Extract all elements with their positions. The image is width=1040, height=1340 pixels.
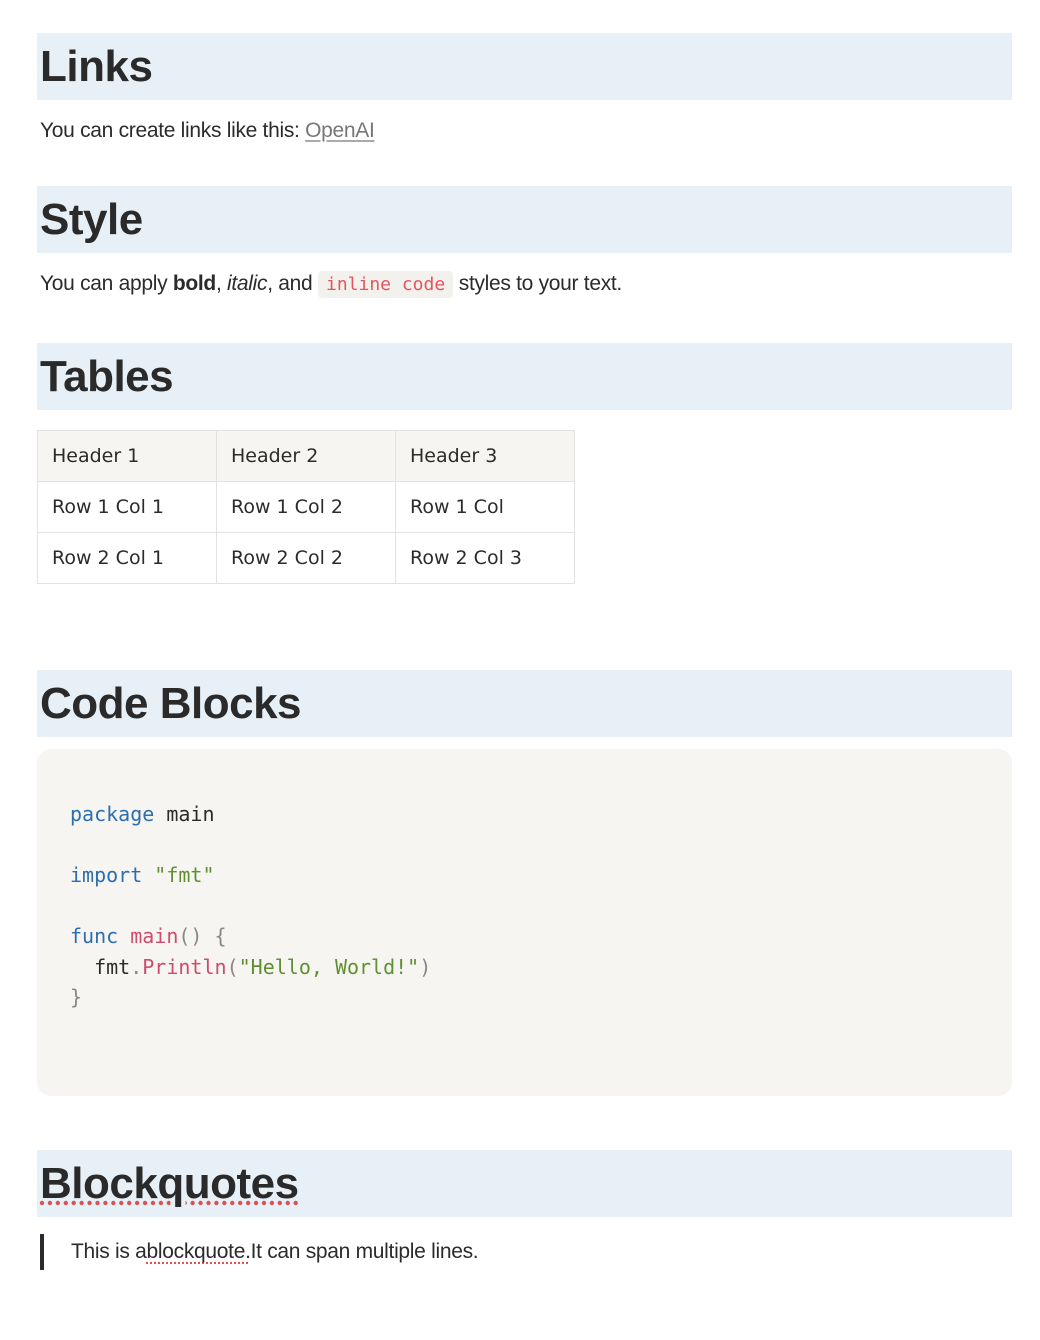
table-header-cell: Header 3 (395, 430, 575, 482)
code-keyword: import (70, 863, 143, 887)
code-punctuation: } (70, 985, 83, 1009)
table-cell: Row 2 Col 1 (37, 532, 217, 584)
heading-style: Style (37, 186, 1012, 253)
code-punctuation: . (130, 954, 143, 979)
code-punctuation: ( (226, 954, 239, 979)
inline-code: inline code (317, 271, 454, 298)
blockquote: This is a blockquote. It can span multipl… (40, 1234, 1012, 1270)
table-header-row: Header 1 Header 2 Header 3 (37, 430, 575, 482)
table-header-cell: Header 2 (216, 430, 396, 482)
code-punctuation: () { (178, 924, 227, 948)
style-sep2: , and (267, 272, 318, 295)
table-row: Row 2 Col 1 Row 2 Col 2 Row 2 Col 3 (37, 532, 575, 584)
blockquote-prefix: This is a (71, 1240, 147, 1263)
table-cell: Row 1 Col 2 (216, 481, 396, 533)
bold-text: bold (172, 272, 216, 295)
code-string: "Hello, World!" (238, 954, 420, 979)
code-function: main (130, 924, 179, 948)
table-cell: Row 2 Col 3 (395, 532, 575, 584)
data-table: Header 1 Header 2 Header 3 Row 1 Col 1 R… (37, 430, 575, 584)
heading-links: Links (37, 33, 1012, 100)
code-keyword: package (70, 802, 155, 826)
style-sep1: , (215, 272, 228, 295)
openai-link[interactable]: OpenAI (305, 119, 375, 142)
table-cell: Row 2 Col 2 (216, 532, 396, 584)
document-page: Links You can create links like this: Op… (37, 33, 1012, 1270)
code-keyword: func (70, 924, 119, 948)
italic-text: italic (227, 272, 268, 295)
code-identifier: main (154, 802, 215, 826)
style-prefix: You can apply (40, 272, 173, 295)
heading-blockquotes: Blockquotes (37, 1150, 1012, 1217)
table-header-cell: Header 1 (37, 430, 217, 482)
code-block: package main import "fmt" func main() { … (37, 749, 1012, 1096)
heading-blockquotes-text: Blockquotes (40, 1158, 299, 1208)
links-paragraph: You can create links like this: OpenAI (37, 117, 1012, 145)
code-function: Println (142, 954, 227, 979)
blockquote-suffix: It can span multiple lines. (250, 1240, 479, 1263)
code-punctuation: ) (419, 954, 432, 979)
table-row: Row 1 Col 1 Row 1 Col 2 Row 1 Col (37, 481, 575, 533)
heading-tables: Tables (37, 343, 1012, 410)
table-cell: Row 1 Col 1 (37, 481, 217, 533)
links-text: You can create links like this: (40, 119, 306, 142)
table-cell: Row 1 Col (395, 481, 575, 533)
code-string: "fmt" (154, 863, 215, 887)
style-suffix: styles to your text. (453, 272, 623, 295)
style-paragraph: You can apply bold, italic, and inline c… (37, 270, 1012, 299)
heading-code-blocks: Code Blocks (37, 670, 1012, 737)
blockquote-word: blockquote. (146, 1240, 251, 1263)
code-identifier: fmt (70, 954, 131, 979)
